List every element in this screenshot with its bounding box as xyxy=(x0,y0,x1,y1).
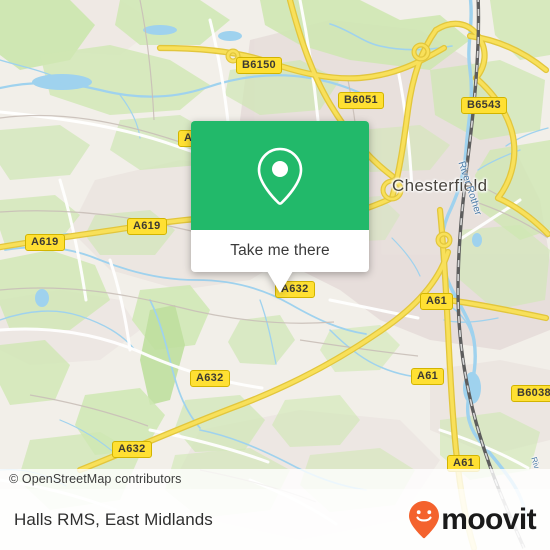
road-shield[interactable]: B6051 xyxy=(338,92,384,109)
moovit-logo[interactable]: moovit xyxy=(408,500,537,540)
moovit-pin-smile-icon xyxy=(409,500,440,538)
road-shield[interactable]: A632 xyxy=(112,441,152,458)
map-screenshot: Chesterfield River Rother Riv A61 B6150 … xyxy=(0,0,550,550)
take-me-there-popup[interactable]: Take me there xyxy=(191,121,369,293)
take-me-there-label: Take me there xyxy=(230,242,330,259)
place-name-label: Halls RMS, East Midlands xyxy=(14,509,213,529)
road-shield[interactable]: B6150 xyxy=(236,57,282,74)
road-shield[interactable]: A619 xyxy=(25,234,65,251)
road-shield[interactable]: A632 xyxy=(190,370,230,387)
popup-action-area[interactable]: Take me there xyxy=(191,230,369,272)
map-pin-icon xyxy=(257,147,303,205)
road-shield[interactable]: A619 xyxy=(127,218,167,235)
osm-attribution-text[interactable]: © OpenStreetMap contributors xyxy=(0,472,182,486)
popup-icon-area xyxy=(191,121,369,230)
road-shield[interactable]: A61 xyxy=(420,293,454,310)
road-shield[interactable]: B6038 xyxy=(511,385,550,402)
map-attribution-bar: © OpenStreetMap contributors xyxy=(0,469,550,489)
footer-bar: Halls RMS, East Midlands moovit xyxy=(0,489,550,550)
moovit-wordmark: moovit xyxy=(441,502,536,536)
popup-pointer-tail xyxy=(267,271,293,293)
road-shield[interactable]: B6543 xyxy=(461,97,507,114)
road-shield[interactable]: A61 xyxy=(411,368,445,385)
